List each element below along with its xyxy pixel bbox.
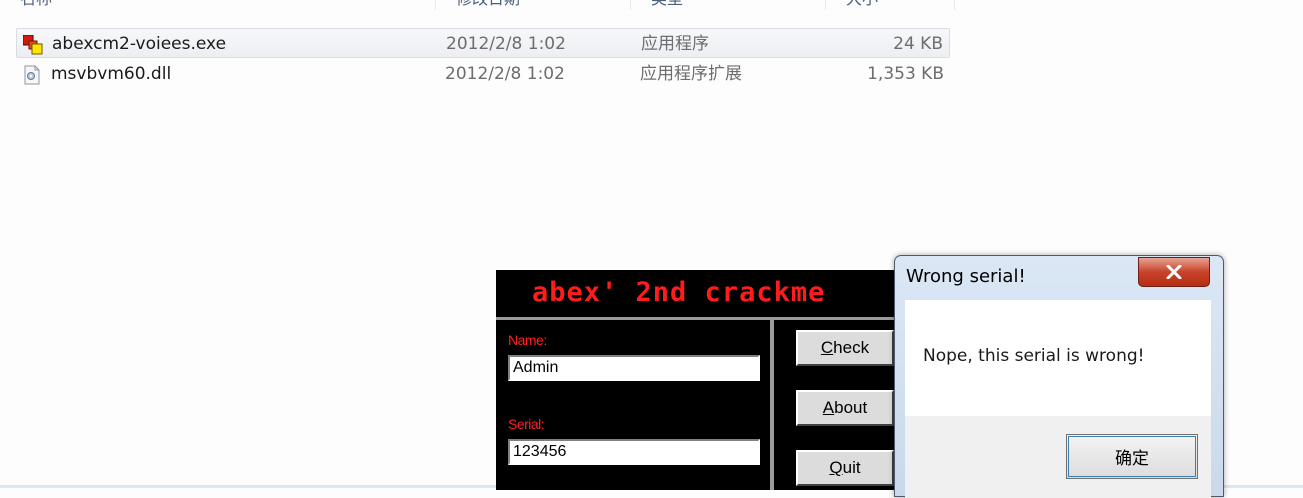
quit-accelerator: Q <box>829 458 843 477</box>
about-label-rest: bout <box>834 398 868 417</box>
file-date: 2012/2/8 1:02 <box>446 34 566 54</box>
check-button[interactable]: Check <box>796 330 894 366</box>
file-type: 应用程序扩展 <box>640 64 742 84</box>
about-accelerator: A <box>822 398 835 417</box>
check-label-rest: heck <box>833 338 870 357</box>
close-button[interactable] <box>1138 257 1210 287</box>
column-header-size[interactable]: 大小 <box>826 0 955 10</box>
column-header-date[interactable]: 修改日期 <box>436 0 631 10</box>
quit-button[interactable]: Quit <box>796 450 894 486</box>
file-row[interactable]: abexcm2-voiees.exe 2012/2/8 1:02 应用程序 24… <box>16 28 950 58</box>
message-text: Nope, this serial is wrong! <box>923 346 1145 366</box>
name-label: Name: <box>508 332 547 348</box>
column-header-type[interactable]: 类型 <box>631 0 826 10</box>
name-input[interactable] <box>508 355 760 381</box>
message-body: Nope, this serial is wrong! <box>905 300 1211 416</box>
file-name: abexcm2-voiees.exe <box>52 34 227 54</box>
file-date: 2012/2/8 1:02 <box>445 64 565 84</box>
ok-button[interactable]: 确定 <box>1066 434 1198 479</box>
column-header-row: 名称 修改日期 类型 大小 <box>0 0 955 12</box>
message-box-title: Wrong serial! <box>906 266 1026 287</box>
message-box: Wrong serial! Nope, this serial is wrong… <box>894 255 1224 498</box>
dll-file-icon <box>24 65 40 85</box>
check-accelerator: C <box>820 338 834 357</box>
crackme-window: abex' 2nd crackme Name: Serial: Check Ab… <box>496 270 896 490</box>
serial-label: Serial: <box>508 416 545 432</box>
file-name: msvbvm60.dll <box>51 64 172 84</box>
crackme-title: abex' 2nd crackme <box>532 277 826 308</box>
exe-app-icon <box>23 35 43 55</box>
close-icon <box>1166 265 1182 279</box>
divider <box>496 317 896 320</box>
about-button[interactable]: About <box>796 390 894 426</box>
divider <box>770 320 774 490</box>
file-size: 1,353 KB <box>867 64 944 84</box>
quit-label-rest: uit <box>842 458 861 477</box>
file-type: 应用程序 <box>641 34 709 54</box>
column-header-name[interactable]: 名称 <box>0 0 436 10</box>
serial-input[interactable] <box>508 439 760 465</box>
message-footer: 确定 <box>905 416 1211 498</box>
file-row[interactable]: msvbvm60.dll 2012/2/8 1:02 应用程序扩展 1,353 … <box>16 59 950 89</box>
file-size: 24 KB <box>893 34 943 54</box>
